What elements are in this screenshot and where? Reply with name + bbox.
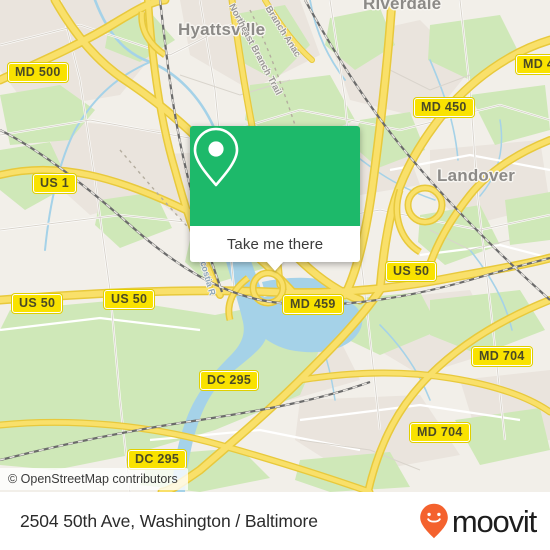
highway-shield[interactable]: US 1 [33,174,76,193]
map-screen: Hyattsville Riverdale Landover Northeast… [0,0,550,550]
highway-shield[interactable]: DC 295 [128,450,187,469]
highway-shield[interactable]: US 50 [12,294,63,313]
highway-shield[interactable]: DC 295 [200,371,259,390]
highway-shield[interactable]: US 50 [104,290,155,309]
map-canvas[interactable]: Hyattsville Riverdale Landover Northeast… [0,0,550,492]
take-me-there-label: Take me there [226,235,324,253]
popup-footer[interactable]: Take me there [190,226,360,271]
bottom-info-bar: 2504 50th Ave, Washington / Baltimore mo… [0,492,550,550]
location-popup[interactable]: Take me there [190,126,360,271]
highway-shield[interactable]: MD 450 [414,98,474,117]
highway-shield[interactable]: MD 459 [283,295,343,314]
popup-pointer-tail [266,261,284,271]
address-text: 2504 50th Ave, Washington / Baltimore [20,510,318,531]
moovit-wordmark: moovit [451,503,537,539]
highway-shield[interactable]: MD 4 [516,55,550,74]
popup-header [190,126,360,226]
osm-attribution[interactable]: © OpenStreetMap contributors [0,468,188,490]
moovit-pin-smile-icon [420,503,448,539]
map-pin-icon [193,127,239,187]
moovit-logo[interactable]: moovit [419,503,537,539]
highway-shield[interactable]: MD 704 [410,423,470,442]
highway-shield[interactable]: MD 500 [8,63,68,82]
highway-shield[interactable]: US 50 [386,262,437,281]
highway-shield[interactable]: MD 704 [472,347,532,366]
